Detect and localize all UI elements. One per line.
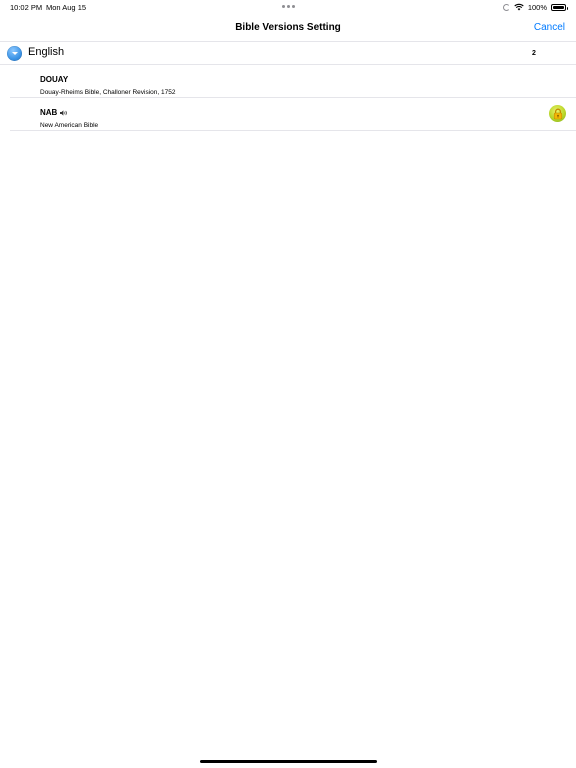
section-count-badge: 2 <box>532 50 536 57</box>
rotation-lock-icon <box>502 3 510 11</box>
chevron-down-circle-icon[interactable] <box>7 46 22 61</box>
status-bar: 10:02 PM Mon Aug 15 100% <box>0 0 576 14</box>
speaker-icon <box>60 109 68 116</box>
cancel-button[interactable]: Cancel <box>534 22 565 33</box>
bible-versions-setting-screen: 10:02 PM Mon Aug 15 100% Bible Versions … <box>0 0 576 768</box>
wifi-icon <box>514 3 524 11</box>
version-code: DOUAY <box>40 75 68 84</box>
version-code-label: NAB <box>40 108 58 117</box>
version-code-label: DOUAY <box>40 75 69 84</box>
section-header-english[interactable]: English 2 <box>0 42 576 65</box>
home-indicator[interactable] <box>200 760 377 763</box>
status-date: Mon Aug 15 <box>46 3 87 12</box>
version-code: NAB <box>40 108 68 117</box>
battery-percentage: 100% <box>527 2 547 12</box>
row-divider <box>10 130 576 131</box>
version-name: New American Bible <box>40 122 99 129</box>
navigation-bar: Bible Versions Setting Cancel <box>0 14 576 42</box>
battery-icon <box>551 3 568 11</box>
version-row-douay[interactable]: DOUAY Douay-Rheims Bible, Challoner Revi… <box>0 65 576 98</box>
section-title: English <box>28 46 65 58</box>
status-time: 10:02 PM <box>10 3 43 12</box>
status-indicators: 100% <box>502 2 568 12</box>
version-row-nab[interactable]: NAB New American Bible <box>0 98 576 131</box>
page-title: Bible Versions Setting <box>235 22 341 33</box>
version-name: Douay-Rheims Bible, Challoner Revision, … <box>40 89 176 96</box>
multitasking-dots-icon[interactable] <box>282 5 295 8</box>
lock-icon[interactable] <box>549 105 566 122</box>
